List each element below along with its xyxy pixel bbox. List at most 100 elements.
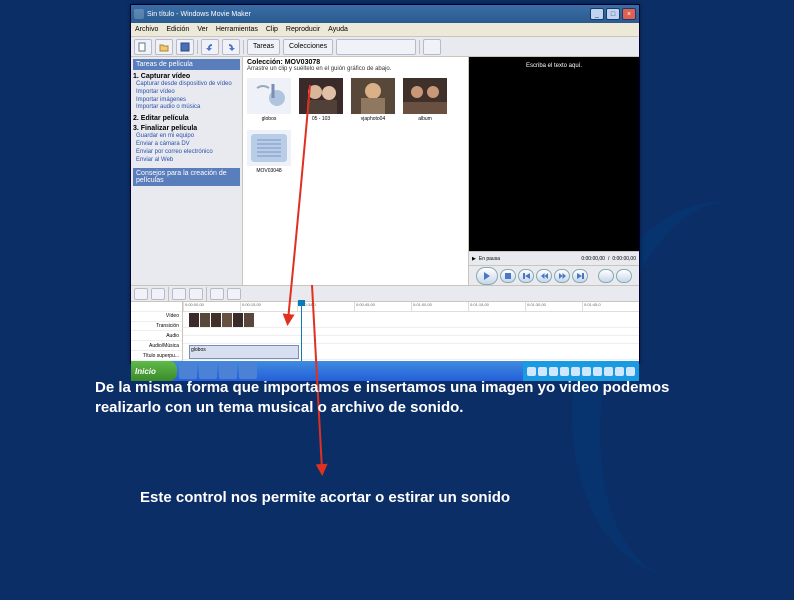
minimize-button[interactable]: _ (590, 8, 604, 20)
title-track[interactable] (183, 360, 639, 368)
ruler-tick: 0:01:45,0 (582, 302, 639, 311)
track-labels: Vídeo Transición Audio Audio/Música Títu… (131, 302, 183, 361)
play-button[interactable] (476, 267, 498, 285)
forward-button[interactable] (554, 269, 570, 283)
preview-elapsed: 0:00:00,00 (581, 256, 605, 262)
rewind-button[interactable] (536, 269, 552, 283)
menu-reproducir[interactable]: Reproducir (286, 26, 320, 33)
track-label-transition: Transición (131, 322, 182, 332)
collection-dropdown[interactable] (336, 39, 416, 55)
ruler-tick: 0:00:15,00 (240, 302, 297, 311)
view-toggle[interactable] (423, 39, 441, 55)
ruler-tick: 0:01:30,00 (525, 302, 582, 311)
audio-track[interactable] (183, 336, 639, 344)
menu-archivo[interactable]: Archivo (135, 26, 158, 33)
menu-bar: Archivo Edición Ver Herramientas Clip Re… (131, 23, 639, 37)
ruler-tick: 0:00:34,0 (297, 302, 354, 311)
zoom-out-button[interactable] (189, 288, 203, 300)
track-label-audio: Audio (131, 331, 182, 341)
zoom-in-button[interactable] (172, 288, 186, 300)
timeline-ruler[interactable]: 0:00:00,00 0:00:15,00 0:00:34,0 0:00:45,… (183, 302, 639, 312)
clip-name: globos (262, 116, 277, 122)
transition-track[interactable] (183, 328, 639, 336)
menu-ver[interactable]: Ver (197, 26, 208, 33)
task-import-video[interactable]: Importar vídeo (136, 89, 240, 97)
video-track[interactable] (183, 312, 639, 328)
photo-thumb (351, 78, 395, 114)
preview-info: ▶En pausa 0:00:00,00 / 0:00:00,00 (469, 251, 639, 265)
tasks-pane: Tareas de película 1. Capturar vídeo Cap… (131, 57, 243, 285)
toolbar-separator (206, 287, 207, 301)
playhead[interactable] (301, 302, 302, 361)
step-finish[interactable]: 3. Finalizar película (133, 125, 240, 132)
movie-maker-window: Sin título - Windows Movie Maker _ □ × A… (130, 4, 640, 364)
step-capture[interactable]: 1. Capturar vídeo (133, 73, 240, 80)
stop-button[interactable] (500, 269, 516, 283)
menu-herramientas[interactable]: Herramientas (216, 26, 258, 33)
photo-thumb (299, 78, 343, 114)
task-import-audio[interactable]: Importar audio o música (136, 104, 240, 112)
snapshot-button[interactable] (616, 269, 632, 283)
timeline-rewind-button[interactable] (151, 288, 165, 300)
app-icon (134, 9, 144, 19)
audio-music-track[interactable]: globos (183, 344, 639, 360)
maximize-button[interactable]: □ (606, 8, 620, 20)
open-button[interactable] (155, 39, 173, 55)
clip-thumb[interactable]: MOV03048 (247, 130, 291, 174)
ruler-label (131, 302, 182, 312)
prev-button[interactable] (518, 269, 534, 283)
preview-total: 0:00:00,00 (612, 256, 636, 262)
ruler-tick: 0:00:45,00 (354, 302, 411, 311)
track-label-title: Título superpu... (131, 351, 182, 361)
tasks-toggle[interactable]: Tareas (247, 39, 280, 55)
close-button[interactable]: × (622, 8, 636, 20)
clip-name: album (418, 116, 432, 122)
window-title: Sin título - Windows Movie Maker (147, 11, 590, 18)
photo-thumb (403, 78, 447, 114)
track-label-audio-music: Audio/Música (131, 341, 182, 351)
task-send-email[interactable]: Enviar por correo electrónico (136, 149, 240, 157)
menu-edicion[interactable]: Edición (166, 26, 189, 33)
step-edit[interactable]: 2. Editar película (133, 115, 240, 122)
timeline[interactable]: Vídeo Transición Audio Audio/Música Títu… (131, 301, 639, 361)
clip-thumb[interactable]: 05 - 103 (299, 78, 343, 122)
tips-header[interactable]: Consejos para la creación de películas (133, 168, 240, 186)
annotation-text-2: Este control nos permite acortar o estir… (140, 488, 520, 508)
tasks-header: Tareas de película (133, 59, 240, 70)
preview-placeholder: Escriba el texto aquí. (469, 63, 639, 69)
redo-button[interactable] (222, 39, 240, 55)
ruler-tick: 0:01:15,00 (468, 302, 525, 311)
clip-name: vjaphoto04 (361, 116, 385, 122)
task-send-web[interactable]: Enviar al Web (136, 157, 240, 165)
toolbar-separator (419, 40, 420, 54)
video-clip[interactable] (189, 313, 255, 327)
narrate-button[interactable] (210, 288, 224, 300)
clip-thumb[interactable]: album (403, 78, 447, 122)
track-label-video: Vídeo (131, 312, 182, 322)
task-save-computer[interactable]: Guardar en mi equipo (136, 133, 240, 141)
next-button[interactable] (572, 269, 588, 283)
main-toolbar: Tareas Colecciones (131, 37, 639, 57)
menu-clip[interactable]: Clip (266, 26, 278, 33)
clip-thumb[interactable]: globos (247, 78, 291, 122)
audio-levels-button[interactable] (227, 288, 241, 300)
timeline-play-button[interactable] (134, 288, 148, 300)
new-button[interactable] (134, 39, 152, 55)
save-button[interactable] (176, 39, 194, 55)
task-capture-device[interactable]: Capturar desde dispositivo de vídeo (136, 81, 240, 89)
timeline-toolbar (131, 285, 639, 301)
audio-clip[interactable]: globos (189, 345, 299, 359)
title-bar[interactable]: Sin título - Windows Movie Maker _ □ × (131, 5, 639, 23)
timeline-tracks[interactable]: 0:00:00,00 0:00:15,00 0:00:34,0 0:00:45,… (183, 302, 639, 361)
clip-name: 05 - 103 (312, 116, 330, 122)
split-button[interactable] (598, 269, 614, 283)
clip-thumb[interactable]: vjaphoto04 (351, 78, 395, 122)
video-clip-icon (247, 130, 291, 166)
annotation-text-1: De la misma forma que importamos e inser… (95, 378, 715, 417)
menu-ayuda[interactable]: Ayuda (328, 26, 348, 33)
collections-toggle[interactable]: Colecciones (283, 39, 333, 55)
undo-button[interactable] (201, 39, 219, 55)
ruler-tick: 0:00:00,00 (183, 302, 240, 311)
task-import-images[interactable]: Importar imágenes (136, 97, 240, 105)
task-send-dv[interactable]: Enviar a cámara DV (136, 141, 240, 149)
